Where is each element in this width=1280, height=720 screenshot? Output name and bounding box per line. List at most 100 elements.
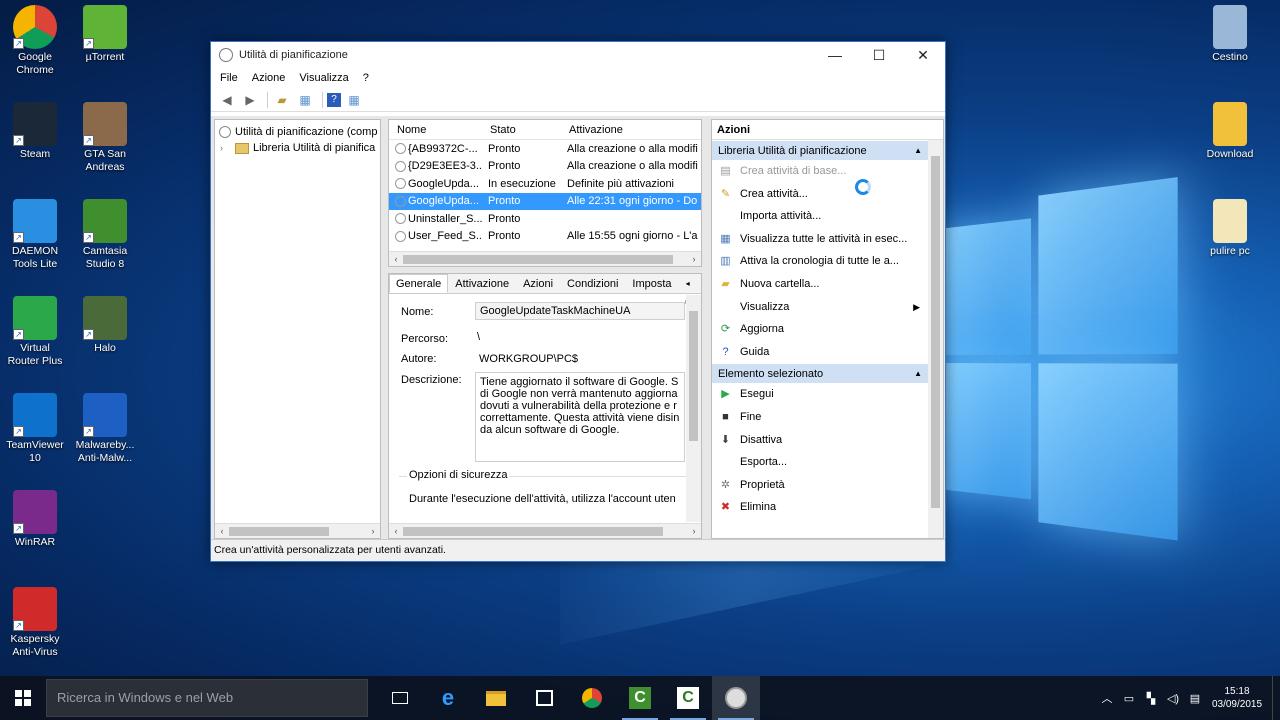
taskbar-camtasia-recorder[interactable]: C xyxy=(616,676,664,720)
clock[interactable]: 15:18 03/09/2015 xyxy=(1206,685,1268,711)
taskbar-store[interactable] xyxy=(520,676,568,720)
action-visualizza[interactable]: Visualizza ▶ xyxy=(712,296,928,319)
menu-azione[interactable]: Azione xyxy=(252,72,286,84)
column-trigger[interactable]: Attivazione xyxy=(561,124,701,136)
task-row[interactable]: {AB99372C-... Pronto Alla creazione o alla… xyxy=(389,140,701,158)
create-task-icon: ✎ xyxy=(720,187,731,200)
scroll-right-icon[interactable]: › xyxy=(366,524,380,539)
menu-help[interactable]: ? xyxy=(363,72,369,84)
action-nuova-cartella[interactable]: ▰ Nuova cartella... xyxy=(712,273,928,296)
battery-icon[interactable]: ▭ xyxy=(1118,692,1140,705)
task-row[interactable]: Uninstaller_S... Pronto xyxy=(389,210,701,228)
column-status[interactable]: Stato xyxy=(482,124,561,136)
action-fine[interactable]: ■ Fine xyxy=(712,406,928,429)
section-library[interactable]: Libreria Utilità di pianificazione ▲ xyxy=(712,140,928,160)
title-bar[interactable]: Utilità di pianificazione — ☐ ✕ xyxy=(211,42,945,68)
scroll-left-icon[interactable]: ‹ xyxy=(389,252,403,266)
action-attiva-la-cronologia-di-tutte-le-a[interactable]: ▥ Attiva la cronologia di tutte le a... xyxy=(712,250,928,273)
section-selected-item[interactable]: Elemento selezionato ▲ xyxy=(712,363,928,384)
taskbar-chrome[interactable] xyxy=(568,676,616,720)
tab-attivazione[interactable]: Attivazione xyxy=(448,274,516,293)
taskbar-explorer[interactable] xyxy=(472,676,520,720)
task-scheduler-window[interactable]: Utilità di pianificazione — ☐ ✕ File Azi… xyxy=(210,41,946,562)
task-row[interactable]: GoogleUpda... Pronto Alle 22:31 ogni giorn… xyxy=(389,192,701,210)
column-name[interactable]: Nome xyxy=(389,124,482,136)
menu-visualizza[interactable]: Visualizza xyxy=(299,72,348,84)
desktop-icon-gta[interactable]: ↗ GTA San Andreas xyxy=(70,102,140,174)
desktop-icon-halo[interactable]: ↗ Halo xyxy=(70,296,140,355)
network-icon[interactable]: ▚ xyxy=(1140,692,1162,705)
task-row[interactable]: GoogleUpda... In esecuzione Definite più a… xyxy=(389,175,701,193)
tab-scroll-icon[interactable]: ◂ ▸ xyxy=(679,274,701,306)
action-aggiorna[interactable]: ⟳ Aggiorna xyxy=(712,318,928,341)
action-disattiva[interactable]: ⬇ Disattiva xyxy=(712,429,928,452)
task-view-button[interactable] xyxy=(376,676,424,720)
taskbar-task-scheduler[interactable] xyxy=(712,676,760,720)
details-vertical-scrollbar[interactable] xyxy=(686,295,701,522)
tab-generale[interactable]: Generale xyxy=(389,274,449,293)
menu-file[interactable]: File xyxy=(220,72,238,84)
scroll-left-icon[interactable]: ‹ xyxy=(389,524,403,538)
action-guida[interactable]: ? Guida xyxy=(712,341,928,364)
maximize-button[interactable]: ☐ xyxy=(857,42,901,68)
daemon-tools-icon: ↗ xyxy=(13,199,57,243)
tree-horizontal-scrollbar[interactable]: ‹ › xyxy=(215,523,380,538)
show-desktop-button[interactable] xyxy=(1272,676,1280,720)
action-esegui[interactable]: ▶ Esegui xyxy=(712,383,928,406)
task-list-horizontal-scrollbar[interactable]: ‹ › xyxy=(389,251,701,266)
desktop-icon-teamviewer[interactable]: ↗ TeamViewer 10 xyxy=(0,393,70,465)
forward-icon[interactable]: ▶ xyxy=(240,91,260,109)
toolbar: ◀ ▶ ▰ ▦ ? ▦ xyxy=(211,88,945,112)
close-button[interactable]: ✕ xyxy=(901,42,945,68)
desktop-icon-utorrent[interactable]: ↗ µTorrent xyxy=(70,5,140,64)
tree-root[interactable]: Utilità di pianificazione (comp xyxy=(215,124,380,140)
desktop-icon-file[interactable]: pulire pc xyxy=(1195,199,1265,258)
desktop-icon-recycle-bin[interactable]: Cestino xyxy=(1195,5,1265,64)
task-row[interactable]: User_Feed_S... Pronto Alle 15:55 ogni gior… xyxy=(389,228,701,246)
actions-vertical-scrollbar[interactable] xyxy=(928,140,943,538)
action-visualizza-tutte-le-attività-in-esec[interactable]: ▦ Visualizza tutte le attività in esec... xyxy=(712,228,928,251)
action-proprietà[interactable]: ✲ Proprietà xyxy=(712,474,928,497)
desktop-icon-virtual-router[interactable]: ↗ Virtual Router Plus xyxy=(0,296,70,368)
desktop-icon-steam[interactable]: ↗ Steam xyxy=(0,102,70,161)
name-field[interactable]: GoogleUpdateTaskMachineUA xyxy=(475,302,685,320)
task-row[interactable]: {D29E3EE3-3... Pronto Alla creazione o all… xyxy=(389,158,701,176)
desktop-icon-camtasia[interactable]: ↗ Camtasia Studio 8 xyxy=(70,199,140,271)
minimize-button[interactable]: — xyxy=(813,42,857,68)
show-hide-tree-icon[interactable]: ▦ xyxy=(295,91,315,109)
taskbar-edge[interactable]: e xyxy=(424,676,472,720)
show-action-pane-icon[interactable]: ▦ xyxy=(344,91,364,109)
action-elimina[interactable]: ✖ Elimina xyxy=(712,496,928,519)
search-box[interactable]: Ricerca in Windows e nel Web xyxy=(46,679,368,717)
scroll-right-icon[interactable]: › xyxy=(687,524,701,538)
action-esporta[interactable]: Esporta... xyxy=(712,451,928,474)
tab-azioni[interactable]: Azioni xyxy=(516,274,560,293)
folder-up-icon[interactable]: ▰ xyxy=(272,91,292,109)
tab-impostazioni[interactable]: Imposta xyxy=(625,274,678,293)
action-crea-attività[interactable]: ✎ Crea attività... xyxy=(712,183,928,206)
desktop-icon-daemon-tools[interactable]: ↗ DAEMON Tools Lite xyxy=(0,199,70,271)
details-horizontal-scrollbar[interactable]: ‹ › xyxy=(389,523,701,538)
action-center-icon[interactable]: ▤ xyxy=(1184,692,1206,705)
action-crea-attività-di-base[interactable]: ▤ Crea attività di base... xyxy=(712,160,928,183)
desktop-icon-kaspersky[interactable]: ↗ Kaspersky Anti-Virus xyxy=(0,587,70,659)
start-button[interactable] xyxy=(0,676,46,720)
collapse-icon[interactable]: ▲ xyxy=(914,141,922,161)
show-hidden-icons[interactable]: ︿ xyxy=(1096,690,1118,706)
desktop-icon-malwarebytes[interactable]: ↗ Malwareby... Anti-Malw... xyxy=(70,393,140,465)
desktop-icon-chrome[interactable]: ↗ Google Chrome xyxy=(0,5,70,77)
collapse-icon[interactable]: ▲ xyxy=(914,364,922,384)
scroll-left-icon[interactable]: ‹ xyxy=(215,524,229,539)
back-icon[interactable]: ◀ xyxy=(217,91,237,109)
taskbar-camtasia-studio[interactable]: C xyxy=(664,676,712,720)
tab-condizioni[interactable]: Condizioni xyxy=(560,274,625,293)
help-icon[interactable]: ? xyxy=(327,92,341,107)
tree-library[interactable]: › Libreria Utilità di pianifica xyxy=(215,140,380,156)
volume-icon[interactable]: ◁) xyxy=(1162,692,1184,705)
description-field[interactable]: Tiene aggiornato il software di Google. … xyxy=(475,372,685,462)
desktop-icon-download-folder[interactable]: Download xyxy=(1195,102,1265,161)
scroll-right-icon[interactable]: › xyxy=(687,252,701,266)
desktop-icon-winrar[interactable]: ↗ WinRAR xyxy=(0,490,70,549)
action-importa-attività[interactable]: Importa attività... xyxy=(712,205,928,228)
expand-icon[interactable]: › xyxy=(220,140,223,156)
